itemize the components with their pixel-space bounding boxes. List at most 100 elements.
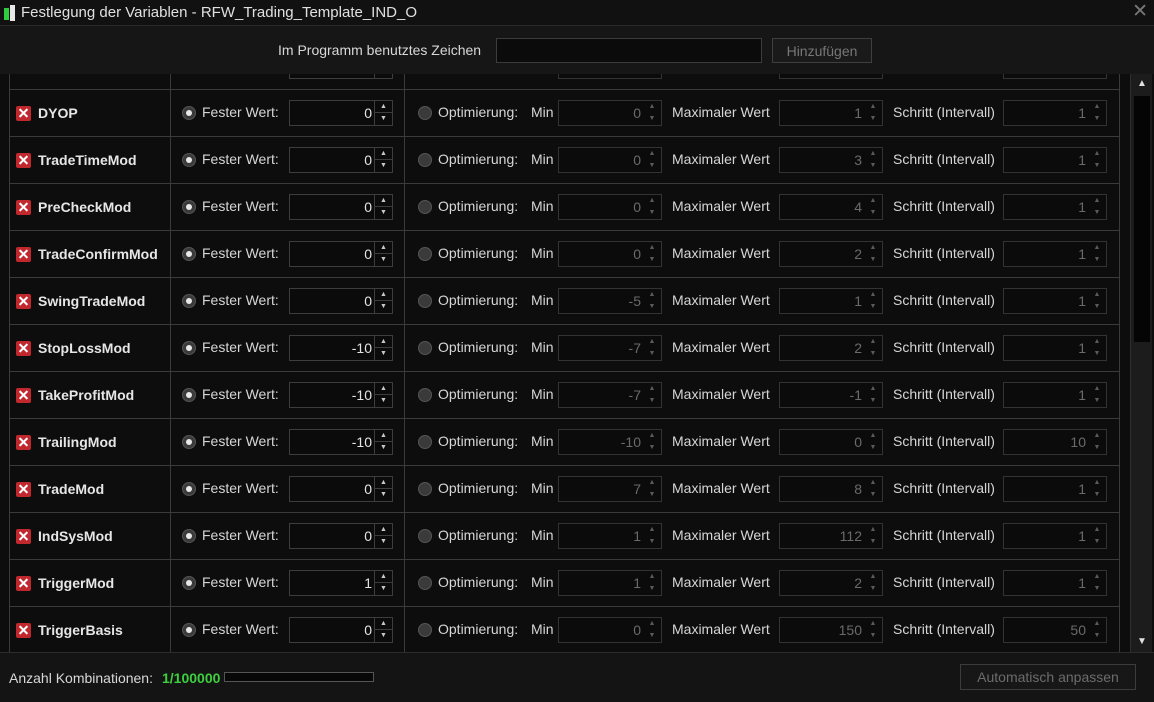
spin-down-icon[interactable]: ▼ bbox=[1088, 630, 1106, 642]
spin-down-icon[interactable]: ▼ bbox=[643, 254, 661, 266]
fixed-value-stepper[interactable]: 0 ▲ ▼ bbox=[289, 476, 393, 502]
spin-buttons[interactable]: ▲ ▼ bbox=[864, 618, 882, 642]
spin-up-icon[interactable]: ▲ bbox=[643, 101, 661, 113]
spin-buttons[interactable]: ▲ ▼ bbox=[643, 618, 661, 642]
scrollbar-thumb[interactable] bbox=[1134, 96, 1150, 342]
spin-up-icon[interactable]: ▲ bbox=[864, 430, 882, 442]
spin-buttons[interactable]: ▲ ▼ bbox=[1088, 524, 1106, 548]
fixed-radio[interactable] bbox=[182, 341, 196, 355]
max-stepper[interactable]: 4 ▲ ▼ bbox=[779, 194, 883, 220]
step-stepper[interactable]: 50 ▲ ▼ bbox=[1003, 617, 1107, 643]
checkbox-checked-icon[interactable] bbox=[16, 481, 31, 497]
spin-buttons[interactable]: ▲ ▼ bbox=[1088, 336, 1106, 360]
min-stepper[interactable]: 0 ▲ ▼ bbox=[558, 147, 662, 173]
spin-buttons[interactable]: ▲ ▼ bbox=[643, 477, 661, 501]
auto-adjust-button[interactable]: Automatisch anpassen bbox=[960, 664, 1136, 690]
checkbox-checked-icon[interactable] bbox=[16, 434, 31, 450]
checkbox-checked-icon[interactable] bbox=[16, 199, 31, 215]
step-stepper[interactable]: 1 ▲ ▼ bbox=[1003, 382, 1107, 408]
step-stepper[interactable]: 1 ▲ ▼ bbox=[1003, 570, 1107, 596]
max-stepper[interactable]: 3 ▲ ▼ bbox=[779, 147, 883, 173]
optimize-radio[interactable] bbox=[418, 435, 432, 449]
spin-down-icon[interactable]: ▼ bbox=[643, 442, 661, 454]
spin-down-icon[interactable]: ▼ bbox=[375, 74, 392, 78]
checkbox-checked-icon[interactable] bbox=[16, 105, 31, 121]
optimize-radio[interactable] bbox=[418, 576, 432, 590]
spin-up-icon[interactable]: ▲ bbox=[864, 242, 882, 254]
spin-buttons[interactable]: ▲ ▼ bbox=[1088, 289, 1106, 313]
step-stepper[interactable]: 10 ▲ ▼ bbox=[1003, 429, 1107, 455]
spin-up-icon[interactable]: ▲ bbox=[1088, 289, 1106, 301]
add-button[interactable]: Hinzufügen bbox=[772, 38, 872, 63]
min-stepper[interactable]: 0 ▲ ▼ bbox=[558, 617, 662, 643]
step-stepper[interactable]: 1 ▲ ▼ bbox=[1003, 335, 1107, 361]
min-stepper[interactable]: -7 ▲ ▼ bbox=[558, 335, 662, 361]
spin-up-icon[interactable]: ▲ bbox=[864, 148, 882, 160]
spin-buttons[interactable]: ▲ ▼ bbox=[1088, 477, 1106, 501]
spin-down-icon[interactable]: ▼ bbox=[643, 536, 661, 548]
max-stepper[interactable]: 2 ▲ ▼ bbox=[779, 241, 883, 267]
spin-down-icon[interactable]: ▼ bbox=[375, 536, 392, 548]
spin-buttons[interactable]: ▲ ▼ bbox=[643, 74, 661, 78]
spin-down-icon[interactable]: ▼ bbox=[1088, 74, 1106, 78]
fixed-value-stepper[interactable]: 0 ▲ ▼ bbox=[289, 100, 393, 126]
optimize-radio[interactable] bbox=[418, 294, 432, 308]
step-stepper[interactable]: 1 ▲ ▼ bbox=[1003, 241, 1107, 267]
min-stepper[interactable]: 0 ▲ ▼ bbox=[558, 241, 662, 267]
spin-up-icon[interactable]: ▲ bbox=[1088, 242, 1106, 254]
max-stepper[interactable]: 2 ▲ ▼ bbox=[779, 570, 883, 596]
fixed-radio[interactable] bbox=[182, 435, 196, 449]
spin-down-icon[interactable]: ▼ bbox=[864, 254, 882, 266]
max-stepper[interactable]: -1 ▲ ▼ bbox=[779, 382, 883, 408]
fixed-value-stepper[interactable]: -10 ▲ ▼ bbox=[289, 429, 393, 455]
fixed-radio[interactable] bbox=[182, 529, 196, 543]
min-stepper[interactable]: -10 ▲ ▼ bbox=[558, 429, 662, 455]
spin-down-icon[interactable]: ▼ bbox=[643, 489, 661, 501]
step-stepper[interactable]: 1 ▲ ▼ bbox=[1003, 476, 1107, 502]
spin-up-icon[interactable]: ▲ bbox=[1088, 618, 1106, 630]
arrow-up-icon[interactable]: ▲ bbox=[1131, 74, 1153, 94]
fixed-value-stepper[interactable]: 1 ▲ ▼ bbox=[289, 570, 393, 596]
spin-down-icon[interactable]: ▼ bbox=[643, 113, 661, 125]
max-stepper[interactable]: 112 ▲ ▼ bbox=[779, 523, 883, 549]
step-stepper[interactable]: 1 ▲ ▼ bbox=[1003, 288, 1107, 314]
spin-buttons[interactable]: ▲ ▼ bbox=[864, 148, 882, 172]
spin-buttons[interactable]: ▲ ▼ bbox=[643, 336, 661, 360]
fixed-radio[interactable] bbox=[182, 200, 196, 214]
spin-up-icon[interactable]: ▲ bbox=[643, 148, 661, 160]
spin-down-icon[interactable]: ▼ bbox=[864, 348, 882, 360]
spin-buttons[interactable]: ▲ ▼ bbox=[1088, 242, 1106, 266]
spin-buttons[interactable]: ▲ ▼ bbox=[643, 571, 661, 595]
spin-buttons[interactable]: ▲ ▼ bbox=[864, 571, 882, 595]
spin-down-icon[interactable]: ▼ bbox=[864, 583, 882, 595]
spin-up-icon[interactable]: ▲ bbox=[1088, 430, 1106, 442]
spin-down-icon[interactable]: ▼ bbox=[375, 395, 392, 407]
max-stepper[interactable]: 150 ▲ ▼ bbox=[779, 617, 883, 643]
min-stepper[interactable]: 1 ▲ ▼ bbox=[558, 570, 662, 596]
fixed-value-stepper[interactable]: 0 ▲ ▼ bbox=[289, 288, 393, 314]
spin-up-icon[interactable]: ▲ bbox=[1088, 524, 1106, 536]
max-stepper[interactable]: 1 ▲ ▼ bbox=[779, 100, 883, 126]
spin-down-icon[interactable]: ▼ bbox=[864, 395, 882, 407]
spin-up-icon[interactable]: ▲ bbox=[1088, 101, 1106, 113]
spin-down-icon[interactable]: ▼ bbox=[1088, 395, 1106, 407]
spin-down-icon[interactable]: ▼ bbox=[375, 113, 392, 125]
spin-up-icon[interactable]: ▲ bbox=[864, 383, 882, 395]
fixed-radio[interactable] bbox=[182, 388, 196, 402]
checkbox-checked-icon[interactable] bbox=[16, 246, 31, 262]
spin-buttons[interactable]: ▲ ▼ bbox=[643, 289, 661, 313]
spin-down-icon[interactable]: ▼ bbox=[1088, 536, 1106, 548]
step-stepper[interactable]: ▲ ▼ bbox=[1003, 74, 1107, 79]
spin-buttons[interactable]: ▲ ▼ bbox=[374, 383, 392, 407]
spin-buttons[interactable]: ▲ ▼ bbox=[864, 524, 882, 548]
spin-down-icon[interactable]: ▼ bbox=[864, 207, 882, 219]
spin-up-icon[interactable]: ▲ bbox=[643, 430, 661, 442]
spin-down-icon[interactable]: ▼ bbox=[1088, 207, 1106, 219]
spin-buttons[interactable]: ▲ ▼ bbox=[864, 242, 882, 266]
spin-up-icon[interactable]: ▲ bbox=[643, 336, 661, 348]
spin-down-icon[interactable]: ▼ bbox=[864, 489, 882, 501]
spin-up-icon[interactable]: ▲ bbox=[375, 383, 392, 395]
fixed-radio[interactable] bbox=[182, 576, 196, 590]
spin-up-icon[interactable]: ▲ bbox=[643, 289, 661, 301]
checkbox-checked-icon[interactable] bbox=[16, 622, 31, 638]
